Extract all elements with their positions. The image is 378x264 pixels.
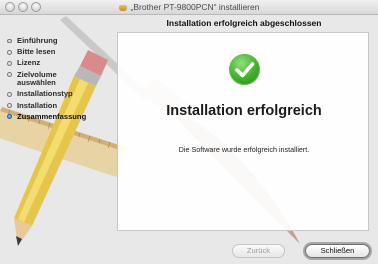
checkmark-icon [229,54,260,85]
back-button[interactable]: Zurück [232,244,285,258]
step-label: Zielvolume auswählen [17,69,57,88]
step-label: Installationstyp [17,89,73,99]
step-bullet-icon [7,103,12,108]
step-bullet-icon [7,72,12,77]
installer-window: „Brother PT-9800PCN“ installieren Instal… [0,0,378,264]
step-label: Lizenz [17,58,41,68]
step-installation: Installation [7,100,112,111]
success-title: Installation erfolgreich [166,103,322,119]
window-title: „Brother PT-9800PCN“ installieren [130,2,260,12]
success-message: Die Software wurde erfolgreich installie… [178,145,310,154]
step-bullet-icon [7,38,12,44]
close-button[interactable]: Schließen [305,244,370,258]
step-installationstyp: Installationstyp [7,90,112,99]
step-bullet-icon [7,60,12,66]
installer-steps-sidebar: Einführung Bitte lesen Lizenz Zielvolume… [7,36,112,124]
step-bullet-icon [7,91,12,97]
step-label: Zusammenfassung [17,111,87,121]
step-bitte-lesen: Bitte lesen [7,47,112,57]
content-panel: Installation erfolgreich Die Software wu… [117,32,369,231]
step-label: Einführung [17,36,58,45]
step-zielvolume: Zielvolume auswählen [7,69,79,88]
step-lizenz: Lizenz [7,59,112,68]
package-icon [118,5,127,11]
title-bar: „Brother PT-9800PCN“ installieren [0,0,378,15]
step-bullet-icon [7,49,12,55]
step-einfuehrung: Einführung [7,36,112,46]
step-label: Installation [17,100,58,110]
step-label: Bitte lesen [17,47,56,57]
window-title-wrap: „Brother PT-9800PCN“ installieren [0,1,378,13]
step-header: Installation erfolgreich abgeschlossen [166,18,322,28]
step-zusammenfassung: Zusammenfassung [7,111,112,122]
active-step-bullet-icon [7,114,12,120]
